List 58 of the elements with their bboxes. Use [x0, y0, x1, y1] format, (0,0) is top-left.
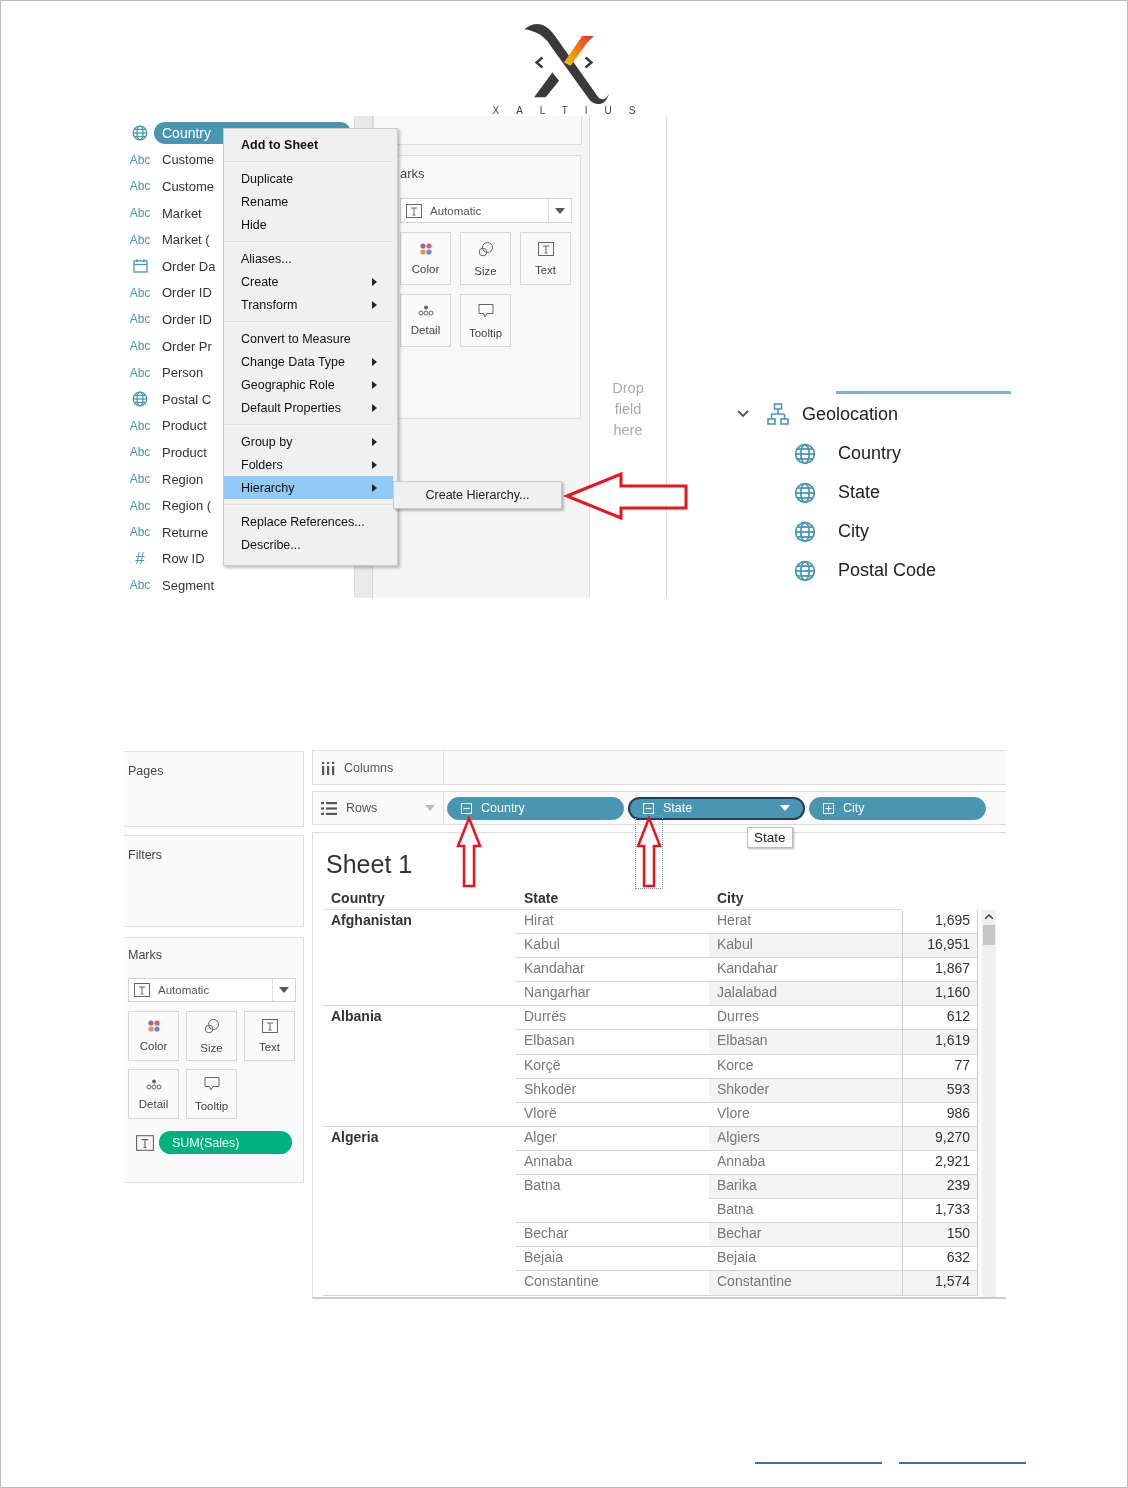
table-cell: Hirat	[516, 910, 709, 935]
column-header: City	[709, 890, 902, 910]
string-type-icon: Abc	[129, 339, 151, 354]
string-type-icon: Abc	[129, 206, 151, 221]
column-header: Country	[323, 890, 516, 910]
table-cell: Korce	[709, 1054, 902, 1079]
string-type-icon: Abc	[129, 578, 151, 593]
table-cell: 986	[902, 1102, 978, 1127]
tooltip: State	[747, 827, 793, 848]
table-cell: 16,951	[902, 934, 978, 959]
table-cell: 150	[902, 1223, 978, 1248]
table-cell: Kabul	[709, 934, 902, 959]
table-cell: Bechar	[709, 1223, 902, 1248]
drop-zone-hint: Drop field here	[611, 379, 645, 440]
table-cell: Vlore	[709, 1102, 902, 1127]
table-cell: 1,160	[902, 982, 978, 1007]
string-type-icon: Abc	[129, 232, 151, 247]
string-type-icon: Abc	[129, 365, 151, 380]
string-type-icon: Abc	[129, 525, 151, 540]
table-cell: 77	[902, 1054, 978, 1079]
card-title: Marks	[128, 948, 164, 962]
card-title: arks	[400, 166, 426, 181]
table-cell: Shkoder	[709, 1078, 902, 1103]
table-cell: 239	[902, 1175, 978, 1200]
table-cell: Algiers	[709, 1126, 902, 1151]
table-cell: Afghanistan	[323, 910, 516, 1007]
table-cell: 9,270	[902, 1126, 978, 1151]
column-header: State	[516, 890, 709, 910]
card-title: Pages	[128, 764, 165, 778]
table-cell: Barika	[709, 1175, 902, 1200]
shelf-label: Columns	[344, 760, 395, 775]
table-cell: Elbasan	[709, 1030, 902, 1055]
string-type-icon: Abc	[129, 152, 151, 167]
sheet-title: Sheet 1	[325, 850, 413, 880]
string-type-icon: Abc	[129, 418, 151, 433]
table-cell: 1,574	[902, 1271, 978, 1296]
table-cell: Annaba	[516, 1150, 709, 1176]
table-cell: Albania	[323, 1006, 516, 1127]
string-type-icon: Abc	[129, 472, 151, 486]
logo-wordmark: XALTIUS	[492, 105, 653, 116]
string-type-icon: Abc	[129, 498, 151, 513]
table-cell: Kandahar	[516, 958, 709, 983]
string-type-icon: Abc	[129, 285, 151, 300]
table-cell: 593	[902, 1078, 978, 1103]
number-type-icon: #	[135, 548, 145, 569]
table-cell: Jalalabad	[709, 982, 902, 1007]
string-type-icon: Abc	[129, 179, 151, 194]
table-cell: Constantine	[709, 1271, 902, 1296]
table-cell: Korçë	[516, 1054, 709, 1079]
table-cell: Algeria	[323, 1126, 516, 1296]
card-title: Filters	[128, 848, 164, 862]
table-cell: 1,619	[902, 1030, 978, 1055]
shelf-label: Rows	[346, 801, 379, 815]
table-cell: Durrës	[516, 1006, 709, 1031]
string-type-icon: Abc	[129, 445, 151, 460]
string-type-icon: Abc	[129, 312, 151, 327]
table-cell: Vlorë	[516, 1102, 709, 1127]
table-cell: Bejaia	[516, 1247, 709, 1272]
